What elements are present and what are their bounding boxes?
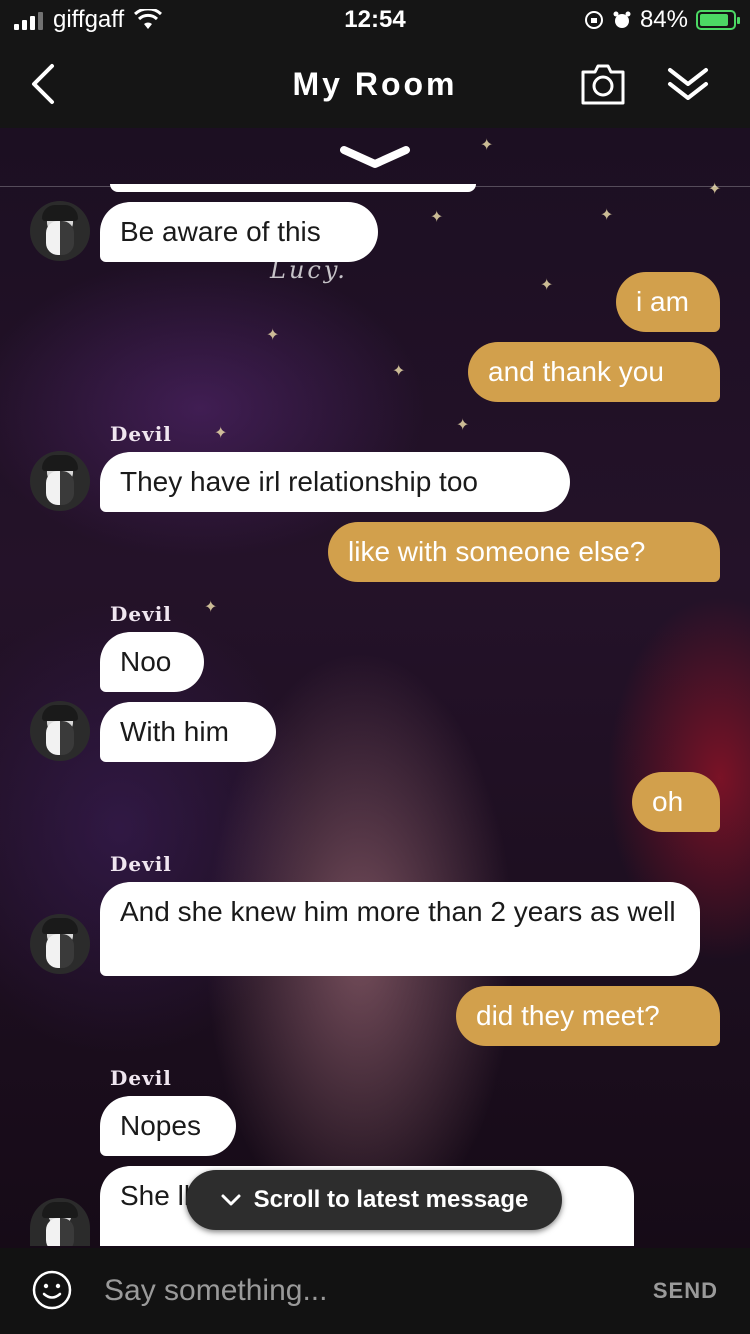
chevron-down-icon — [221, 1194, 241, 1206]
battery-icon — [696, 10, 740, 30]
avatar[interactable] — [30, 201, 90, 261]
system-indicators: 84% — [584, 6, 740, 34]
scroll-to-latest-label: Scroll to latest message — [253, 1186, 529, 1213]
rotation-lock-icon — [584, 11, 603, 29]
top-nav-bar: My Room — [0, 40, 750, 128]
sparkle-icon: ✦ — [708, 181, 722, 198]
sparkle-icon: ✦ — [480, 137, 494, 154]
message-bubble-incoming: And she knew him more than 2 years as we… — [100, 882, 700, 976]
sparkle-icon: ✦ — [266, 327, 280, 344]
avatar[interactable] — [30, 451, 90, 511]
avatar[interactable] — [30, 701, 90, 761]
message-bubble-outgoing: oh — [632, 772, 720, 832]
sparkle-icon: ✦ — [204, 599, 218, 616]
message-bubble-partial — [110, 184, 476, 192]
avatar[interactable] — [30, 914, 90, 974]
message-bubble-incoming: Nopes — [100, 1096, 236, 1156]
message-composer: SEND — [0, 1248, 750, 1334]
message-bubble-outgoing: i am — [616, 272, 720, 332]
message-bubble-incoming: Noo — [100, 632, 204, 692]
sparkle-icon: ✦ — [430, 209, 444, 226]
message-bubble-incoming: They have irl relationship too — [100, 452, 570, 512]
message-bubble-incoming: Be aware of this — [100, 202, 378, 262]
sparkle-icon: ✦ — [456, 417, 470, 434]
sender-name: Devil — [110, 1066, 172, 1090]
sparkle-icon: ✦ — [214, 425, 228, 442]
message-bubble-outgoing: like with someone else? — [328, 522, 720, 582]
sparkle-icon: ✦ — [392, 363, 406, 380]
chevron-down-icon[interactable] — [338, 142, 412, 174]
sparkle-icon: ✦ — [540, 277, 554, 294]
status-bar: giffgaff 12:54 84% — [0, 0, 750, 40]
page-title: My Room — [292, 66, 458, 102]
sender-name: Devil — [110, 422, 172, 446]
scroll-to-latest-button[interactable]: Scroll to latest message — [186, 1170, 562, 1230]
message-bubble-outgoing: did they meet? — [456, 986, 720, 1046]
sparkle-icon: ✦ — [600, 207, 614, 224]
sender-name: Devil — [110, 602, 172, 626]
message-input[interactable] — [104, 1270, 624, 1312]
collapse-chat-button[interactable] — [664, 62, 712, 106]
camera-button[interactable] — [580, 62, 626, 106]
battery-percent: 84% — [639, 6, 688, 33]
sender-name: Devil — [110, 852, 172, 876]
alarm-icon — [613, 11, 631, 28]
emoji-icon[interactable] — [32, 1270, 72, 1310]
message-bubble-outgoing: and thank you — [468, 342, 720, 402]
send-button[interactable]: SEND — [653, 1278, 718, 1304]
message-bubble-incoming: With him — [100, 702, 276, 762]
